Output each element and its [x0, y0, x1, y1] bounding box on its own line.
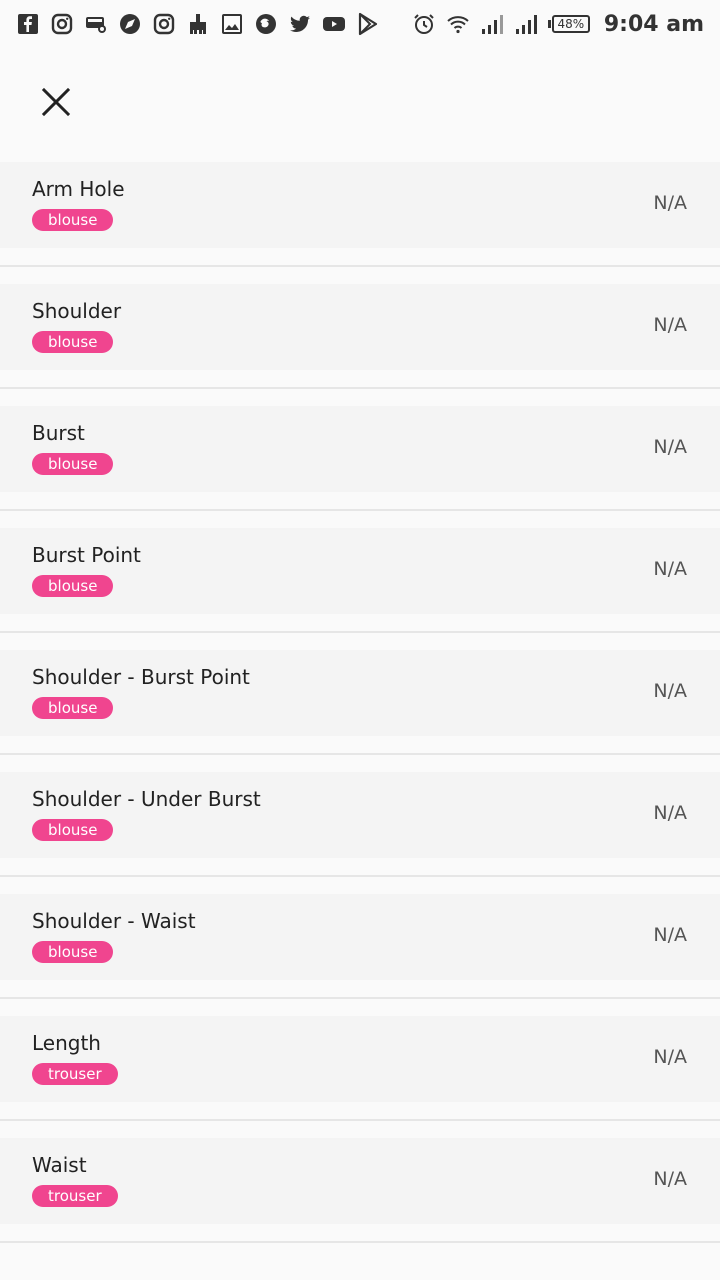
- measurement-value: N/A: [653, 192, 687, 214]
- list-item[interactable]: Shoulder - Waist blouse N/A: [0, 894, 720, 999]
- garment-tag: trouser: [32, 1185, 118, 1207]
- list-item[interactable]: Burst Point blouse N/A: [0, 528, 720, 633]
- signal-icon: [480, 12, 504, 36]
- list-item[interactable]: Shoulder - Under Burst blouse N/A: [0, 772, 720, 877]
- list-item[interactable]: Arm Hole blouse N/A: [0, 162, 720, 267]
- measurement-name: Burst Point: [32, 543, 141, 567]
- system-icons: 48% 9:04 am: [412, 12, 704, 37]
- measurement-value: N/A: [653, 314, 687, 336]
- garment-tag: blouse: [32, 819, 114, 841]
- measurement-name: Shoulder - Waist: [32, 909, 196, 933]
- clock: 9:04 am: [603, 11, 704, 37]
- garment-tag: blouse: [32, 331, 114, 353]
- measurement-value: N/A: [653, 1168, 687, 1190]
- garment-tag: blouse: [32, 941, 114, 963]
- measurement-value: N/A: [653, 436, 687, 458]
- image-icon: [220, 12, 244, 36]
- measurement-name: Burst: [32, 421, 85, 445]
- measurement-name: Shoulder - Burst Point: [32, 665, 250, 689]
- brush-icon: [186, 12, 210, 36]
- play-store-icon: [356, 12, 380, 36]
- measurement-value: N/A: [653, 924, 687, 946]
- battery-level: 48%: [551, 15, 590, 33]
- measurement-name: Waist: [32, 1153, 87, 1177]
- measurement-name: Shoulder - Under Burst: [32, 787, 261, 811]
- garment-tag: blouse: [32, 453, 114, 475]
- list-item[interactable]: Shoulder - Burst Point blouse N/A: [0, 650, 720, 755]
- instagram-icon: [152, 12, 176, 36]
- measurement-list: Arm Hole blouse N/A Shoulder blouse N/A …: [0, 162, 720, 1260]
- close-button[interactable]: [32, 82, 80, 126]
- alarm-icon: [412, 12, 436, 36]
- battery-indicator: 48%: [547, 15, 590, 33]
- status-bar: 48% 9:04 am: [0, 0, 720, 48]
- measurement-name: Length: [32, 1031, 101, 1055]
- close-icon: [40, 86, 72, 122]
- list-item[interactable]: Shoulder blouse N/A: [0, 284, 720, 389]
- firefox-icon: [254, 12, 278, 36]
- list-item[interactable]: Waist trouser N/A: [0, 1138, 720, 1243]
- garment-tag: blouse: [32, 209, 114, 231]
- measurement-name: Arm Hole: [32, 177, 125, 201]
- measurement-value: N/A: [653, 558, 687, 580]
- youtube-icon: [322, 12, 346, 36]
- garment-tag: blouse: [32, 697, 114, 719]
- garment-tag: blouse: [32, 575, 114, 597]
- battery-tip: [547, 20, 551, 28]
- list-item[interactable]: Burst blouse N/A: [0, 406, 720, 511]
- measurement-name: Shoulder: [32, 299, 122, 323]
- bus-icon: [84, 12, 108, 36]
- garment-tag: trouser: [32, 1063, 118, 1085]
- signal-icon: [514, 12, 538, 36]
- measurement-value: N/A: [653, 802, 687, 824]
- notification-icons: [16, 12, 380, 36]
- wifi-icon: [446, 12, 470, 36]
- list-item[interactable]: Length trouser N/A: [0, 1016, 720, 1121]
- measurement-value: N/A: [653, 1046, 687, 1068]
- measurement-value: N/A: [653, 680, 687, 702]
- twitter-icon: [288, 12, 312, 36]
- compass-icon: [118, 12, 142, 36]
- instagram-icon: [50, 12, 74, 36]
- facebook-icon: [16, 12, 40, 36]
